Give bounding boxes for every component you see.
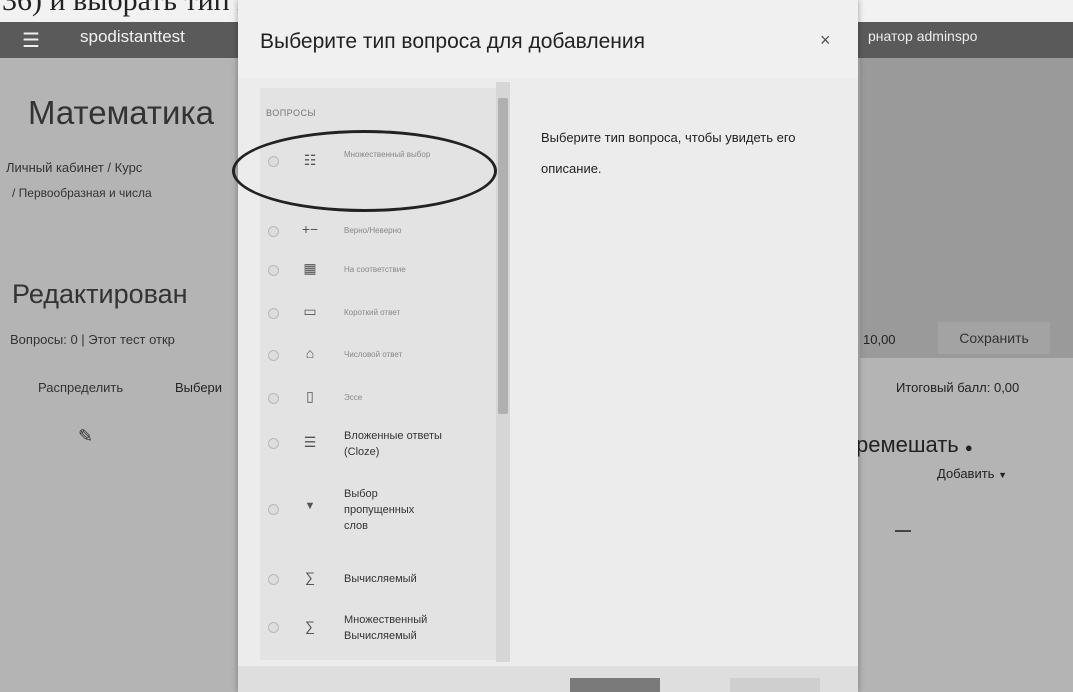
chevron-down-icon: ▼ xyxy=(998,470,1007,480)
breadcrumb[interactable]: Личный кабинет / Курс xyxy=(6,160,142,175)
modal-title: Выберите тип вопроса для добавления xyxy=(260,30,645,53)
questions-info: Вопросы: 0 | Этот тест откр xyxy=(10,332,175,347)
pencil-icon[interactable]: ✎ xyxy=(78,426,93,447)
radio-button[interactable] xyxy=(268,308,279,319)
question-type-label: На соответствие xyxy=(344,265,406,274)
max-grade-field[interactable]: 10,00 xyxy=(863,332,896,347)
section-label: ВОПРОСЫ xyxy=(266,108,316,118)
question-type-label: Вложенные ответы (Cloze) xyxy=(344,430,442,458)
question-type-numerical[interactable]: ⌂ Числовой ответ xyxy=(260,342,498,368)
question-type-label: Эссе xyxy=(344,393,363,402)
distribute-button[interactable]: Распределить xyxy=(38,380,123,395)
question-type-calculated[interactable]: ∑ Вычисляемый xyxy=(260,566,498,592)
question-type-gapselect[interactable]: ▼ Выбор пропущенных слов xyxy=(260,482,498,538)
radio-button[interactable] xyxy=(268,350,279,361)
page-title: Редактирован xyxy=(12,279,188,309)
question-type-label: Верно/Неверно xyxy=(344,226,402,235)
formula-icon: ∑ xyxy=(305,569,315,585)
radio-button[interactable] xyxy=(268,226,279,237)
document-icon: ▯ xyxy=(306,388,314,404)
radio-button[interactable] xyxy=(268,574,279,585)
close-icon[interactable]: × xyxy=(820,30,831,51)
modal-footer xyxy=(238,666,858,692)
radio-button[interactable] xyxy=(268,438,279,449)
add-dropdown[interactable]: Добавить ▼ xyxy=(937,466,1007,481)
dropdown-icon: ▼ xyxy=(304,500,316,512)
question-type-cloze[interactable]: ☰ Вложенные ответы (Cloze) xyxy=(260,424,498,464)
annotation-ellipse xyxy=(232,130,497,212)
total-grade: Итоговый балл: 0,00 xyxy=(896,380,1020,395)
question-type-label: Числовой ответ xyxy=(344,350,403,359)
question-type-label: Выбор пропущенных слов xyxy=(344,488,415,532)
question-type-modal: Выберите тип вопроса для добавления × ВО… xyxy=(238,0,858,692)
modal-header: Выберите тип вопроса для добавления × xyxy=(238,0,858,78)
shuffle-text: ремешать xyxy=(856,432,959,457)
question-type-calculatedmulti[interactable]: ∑ Множественный Вычисляемый xyxy=(260,608,498,648)
cancel-button[interactable] xyxy=(730,678,820,692)
radio-button[interactable] xyxy=(268,504,279,515)
add-label: Добавить xyxy=(937,466,995,481)
plus-minus-icon: +− xyxy=(301,221,319,237)
menu-icon[interactable]: ☰ xyxy=(22,28,40,53)
breadcrumb-continued[interactable]: / Первообразная и числа xyxy=(12,186,152,200)
question-type-label: Вычисляемый xyxy=(344,573,417,585)
site-name[interactable]: spodistanttest xyxy=(80,27,185,47)
shuffle-label: ремешать ● xyxy=(856,432,973,458)
radio-button[interactable] xyxy=(268,393,279,404)
radio-button[interactable] xyxy=(268,622,279,633)
scrollbar-thumb[interactable] xyxy=(498,98,508,414)
select-multiple-button[interactable]: Выбери xyxy=(175,380,222,395)
formula-list-icon: ∑ xyxy=(305,618,315,634)
user-menu[interactable]: рнатор adminspo xyxy=(868,28,977,44)
grid-icon: ▦ xyxy=(303,260,317,276)
question-type-label: Короткий ответ xyxy=(344,308,401,317)
right-panel xyxy=(860,58,1073,358)
calculator-icon: ⌂ xyxy=(305,345,315,361)
type-description: Выберите тип вопроса, чтобы увидеть его … xyxy=(541,130,796,176)
question-type-match[interactable]: ▦ На соответствие xyxy=(260,257,498,283)
nested-list-icon: ☰ xyxy=(303,434,317,450)
dash-divider xyxy=(895,530,911,532)
question-type-label: Множественный Вычисляемый xyxy=(344,614,428,642)
save-button[interactable]: Сохранить xyxy=(938,322,1050,354)
question-type-truefalse[interactable]: +− Верно/Неверно xyxy=(260,218,498,244)
help-icon[interactable]: ● xyxy=(965,440,973,455)
text-field-icon: ▭ xyxy=(303,303,317,319)
radio-button[interactable] xyxy=(268,265,279,276)
question-type-shortanswer[interactable]: ▭ Короткий ответ xyxy=(260,300,498,326)
course-title: Математика xyxy=(28,94,214,131)
add-button[interactable] xyxy=(570,678,660,692)
question-type-essay[interactable]: ▯ Эссе xyxy=(260,385,498,411)
